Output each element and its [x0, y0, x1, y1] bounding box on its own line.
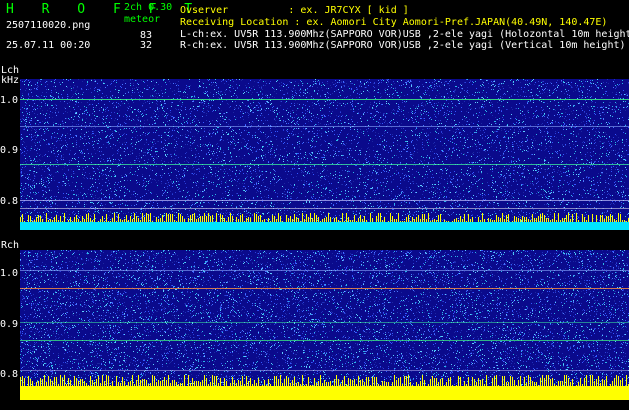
- rch-spectrogram: [20, 250, 629, 400]
- lch-unit-label: kHz: [1, 76, 19, 86]
- rch-tick-0-9: 0.9: [0, 320, 18, 330]
- version-label: 2ch 0.30: [124, 3, 172, 13]
- rch-count: 32: [140, 41, 152, 51]
- rch-axis-label: Rch: [1, 241, 19, 251]
- lch-spectrogram-canvas: [20, 79, 629, 230]
- lch-tick-0-8: 0.8: [0, 197, 18, 207]
- lch-info: L-ch:ex. UV5R 113.900Mhz(SAPPORO VOR)USB…: [180, 30, 629, 40]
- lch-tick-1-0: 1.0: [0, 96, 18, 106]
- location-info: Receiving Location : ex. Aomori City Aom…: [180, 18, 607, 28]
- rch-info: R-ch:ex. UV5R 113.900Mhz(SAPPORO VOR)USB…: [180, 41, 626, 51]
- app-title: H R O F F T: [6, 3, 202, 16]
- lch-spectrogram: [20, 79, 629, 230]
- filename-label: 2507110020.png: [6, 21, 90, 31]
- rch-spectrogram-canvas: [20, 250, 629, 400]
- mode-label: meteor: [124, 15, 160, 25]
- datetime-label: 25.07.11 00:20: [6, 41, 90, 51]
- observer-info: Ovserver : ex. JR7CYX [ kid ]: [180, 6, 409, 16]
- rch-tick-1-0: 1.0: [0, 269, 18, 279]
- rch-tick-0-8: 0.8: [0, 370, 18, 380]
- lch-tick-0-9: 0.9: [0, 146, 18, 156]
